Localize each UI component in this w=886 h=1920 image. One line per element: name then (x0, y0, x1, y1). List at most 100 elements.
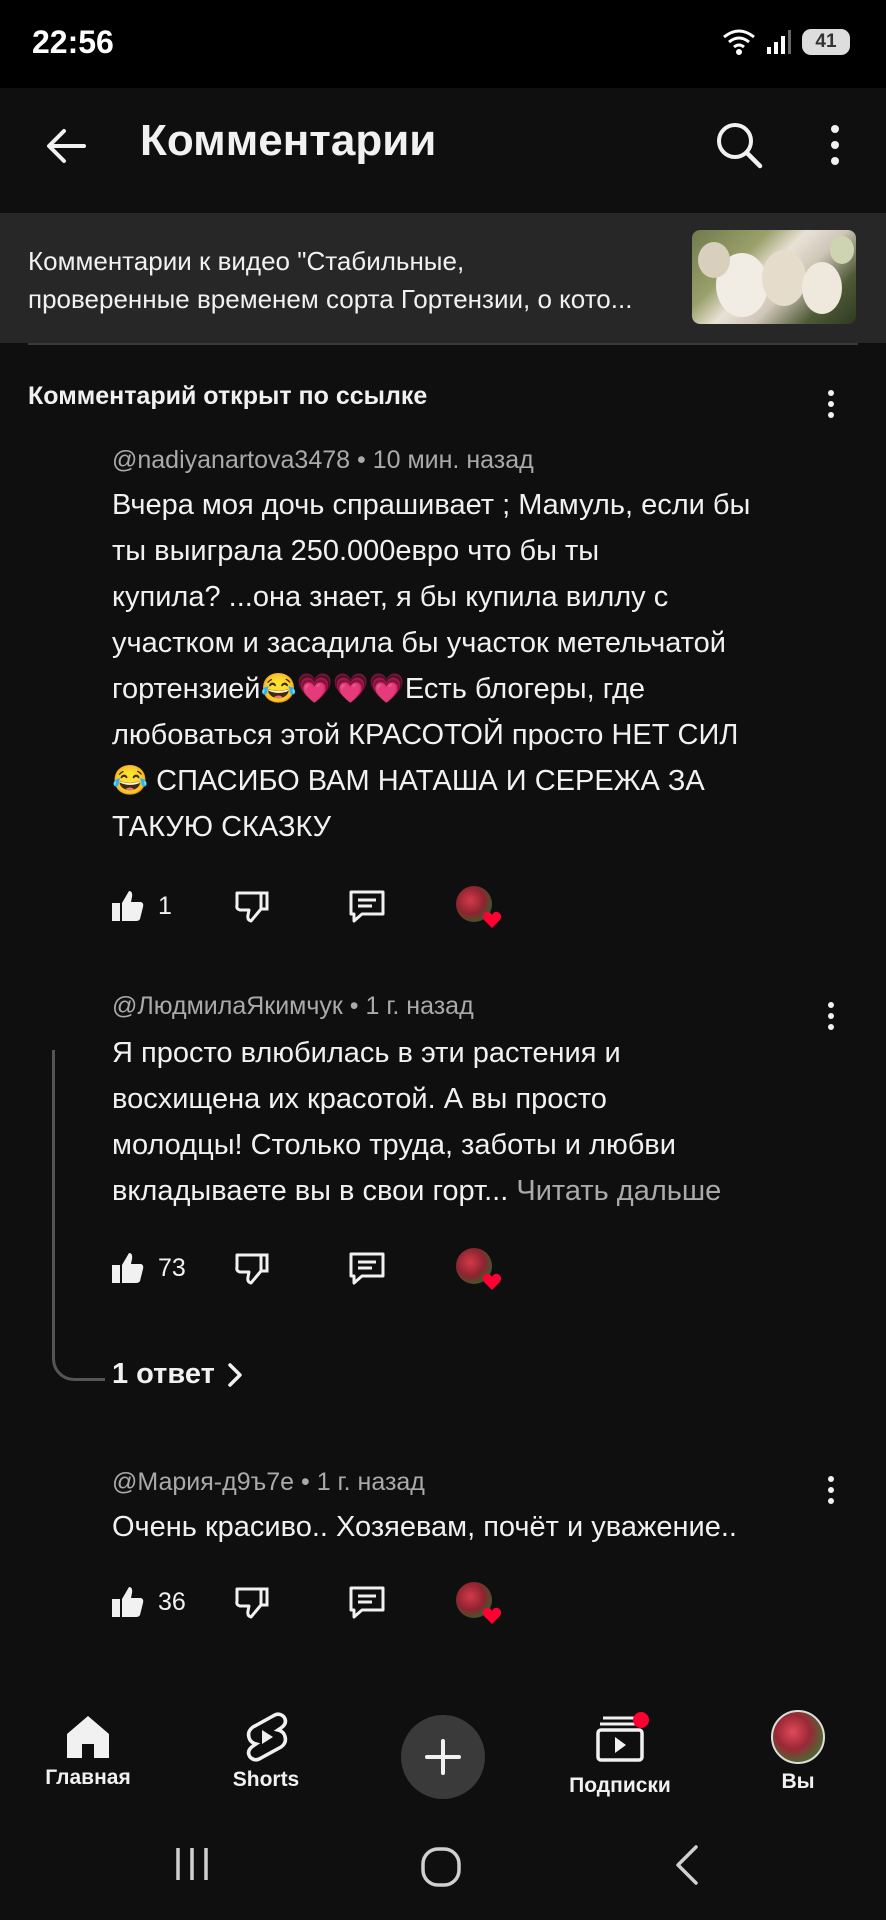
battery-indicator: 41 (802, 29, 850, 55)
comment-author[interactable]: @ЛюдмилаЯкимчук (112, 992, 343, 1020)
home-system-button[interactable] (420, 1846, 462, 1893)
replies-count: 1 ответ (112, 1358, 215, 1390)
home-icon (67, 1716, 109, 1758)
comment-line: ты выиграла 250.000евро что бы ты (112, 535, 600, 567)
comment-3-meta: @Мария-д9ъ7е • 1 г. назад (112, 1468, 425, 1496)
nav-subscriptions[interactable]: Подписки (560, 1712, 680, 1798)
comment-line: участком и засадила бы участок метельчат… (112, 627, 726, 659)
creator-heart (455, 1582, 501, 1624)
nav-shorts-label: Shorts (232, 1768, 300, 1791)
thumb-down-icon (235, 891, 269, 923)
comment-3-actions: 36 (110, 1580, 501, 1624)
nav-subscriptions-label: Подписки (569, 1774, 671, 1797)
home-circle-icon (421, 1847, 461, 1887)
like-count: 73 (158, 1253, 186, 1282)
wifi-icon (723, 29, 755, 55)
thumb-down-icon (235, 1253, 269, 1285)
comment-icon (349, 1586, 385, 1619)
reply-button[interactable] (348, 888, 386, 924)
arrow-left-icon (47, 129, 86, 163)
thumb-up-icon (112, 891, 144, 921)
status-time: 22:56 (32, 24, 114, 60)
linked-comment-label: Комментарий открыт по ссылке (28, 382, 428, 410)
heart-icon (482, 911, 502, 928)
comment-line: 😂 СПАСИБО ВАМ НАТАША И СЕРЕЖА ЗА (112, 765, 705, 797)
thumb-up-icon (112, 1253, 144, 1283)
nav-home[interactable]: Главная (36, 1712, 140, 1790)
reply-button[interactable] (348, 1250, 386, 1286)
comment-line: вкладываете вы в свои горт... (112, 1175, 509, 1207)
dislike-button[interactable] (234, 1584, 270, 1620)
comment-1-menu-button[interactable] (816, 384, 846, 424)
video-context-text: Комментарии к видео "Стабильные, провере… (28, 242, 668, 318)
back-button[interactable] (36, 116, 96, 176)
comment-line: Вчера моя дочь спрашивает ; Мамуль, если… (112, 489, 751, 521)
more-vert-icon (820, 125, 850, 165)
comment-icon (349, 1252, 385, 1285)
thread-connector (52, 1050, 105, 1381)
nav-shorts[interactable]: Shorts (216, 1712, 316, 1792)
recent-apps-icon (176, 1848, 208, 1880)
video-thumbnail[interactable] (692, 230, 856, 324)
comment-time: 10 мин. назад (372, 446, 534, 474)
status-icons: 41 (722, 28, 850, 56)
comment-time: 1 г. назад (316, 1468, 425, 1496)
back-system-button[interactable] (672, 1844, 702, 1891)
comment-line: любоваться этой КРАСОТОЙ просто НЕТ СИЛ (112, 719, 739, 751)
comment-3-text: Очень красиво.. Хозяевам, почёт и уважен… (112, 1504, 852, 1550)
comment-2-actions: 73 (110, 1246, 501, 1290)
context-line-2: проверенные временем сорта Гортензии, о … (28, 284, 633, 314)
shorts-icon (246, 1712, 288, 1762)
comment-line: Я просто влюбилась в эти растения и (112, 1037, 621, 1069)
read-more-link[interactable]: Читать дальше (516, 1175, 721, 1207)
nav-you[interactable]: Вы (764, 1710, 832, 1794)
comment-1-text: Вчера моя дочь спрашивает ; Мамуль, если… (112, 482, 852, 850)
reply-button[interactable] (348, 1584, 386, 1620)
comment-2-meta: @ЛюдмилаЯкимчук • 1 г. назад (112, 992, 474, 1020)
signal-icon (767, 30, 791, 54)
comment-icon (349, 890, 385, 923)
thumb-up-icon (112, 1587, 144, 1617)
like-button[interactable]: 73 (110, 1250, 186, 1286)
page-title: Комментарии (140, 116, 437, 165)
comment-author[interactable]: @Мария-д9ъ7е (112, 1468, 294, 1496)
comment-1-actions: 1 (110, 884, 502, 928)
thumb-down-icon (235, 1587, 269, 1619)
recent-apps-button[interactable] (172, 1846, 212, 1887)
heart-icon (482, 1273, 501, 1290)
like-count: 1 (158, 891, 172, 920)
comment-line: ТАКУЮ СКАЗКУ (112, 811, 332, 843)
comment-author[interactable]: @nadiyanartova3478 (112, 446, 350, 474)
comment-line: восхищена их красотой. А вы просто (112, 1083, 607, 1115)
comment-line: Очень красиво.. Хозяевам, почёт и уважен… (112, 1511, 737, 1543)
more-options-button[interactable] (815, 112, 855, 178)
like-count: 36 (158, 1587, 186, 1616)
creator-heart (455, 1248, 501, 1290)
nav-home-label: Главная (45, 1766, 131, 1789)
comment-line: молодцы! Столько труда, заботы и любви (112, 1129, 676, 1161)
search-button[interactable] (706, 112, 772, 178)
notification-dot (633, 1712, 649, 1728)
context-line-1: Комментарии к видео "Стабильные, (28, 246, 465, 276)
like-button[interactable]: 36 (110, 1584, 186, 1620)
comment-line: купила? ...она знает, я бы купила виллу … (112, 581, 669, 613)
comment-1-meta: @nadiyanartova3478 • 10 мин. назад (112, 446, 534, 474)
nav-you-label: Вы (781, 1770, 815, 1793)
creator-heart (455, 886, 502, 928)
comment-2-text: Я просто влюбилась в эти растения и восх… (112, 1030, 852, 1214)
like-button[interactable]: 1 (110, 888, 172, 924)
chevron-right-icon (228, 1362, 242, 1387)
dislike-button[interactable] (234, 1250, 270, 1286)
chevron-left-icon (676, 1845, 698, 1885)
comment-line: гортензией😂💗💗💗Есть блогеры, где (112, 673, 646, 705)
create-button[interactable] (401, 1715, 485, 1799)
more-vert-icon (816, 384, 846, 424)
user-avatar (771, 1710, 825, 1764)
heart-icon (482, 1607, 501, 1624)
plus-icon (425, 1739, 461, 1775)
divider (28, 343, 858, 345)
dislike-button[interactable] (234, 888, 270, 924)
comment-time: 1 г. назад (365, 992, 474, 1020)
view-replies-button[interactable]: 1 ответ (112, 1358, 245, 1391)
search-icon (717, 123, 763, 169)
